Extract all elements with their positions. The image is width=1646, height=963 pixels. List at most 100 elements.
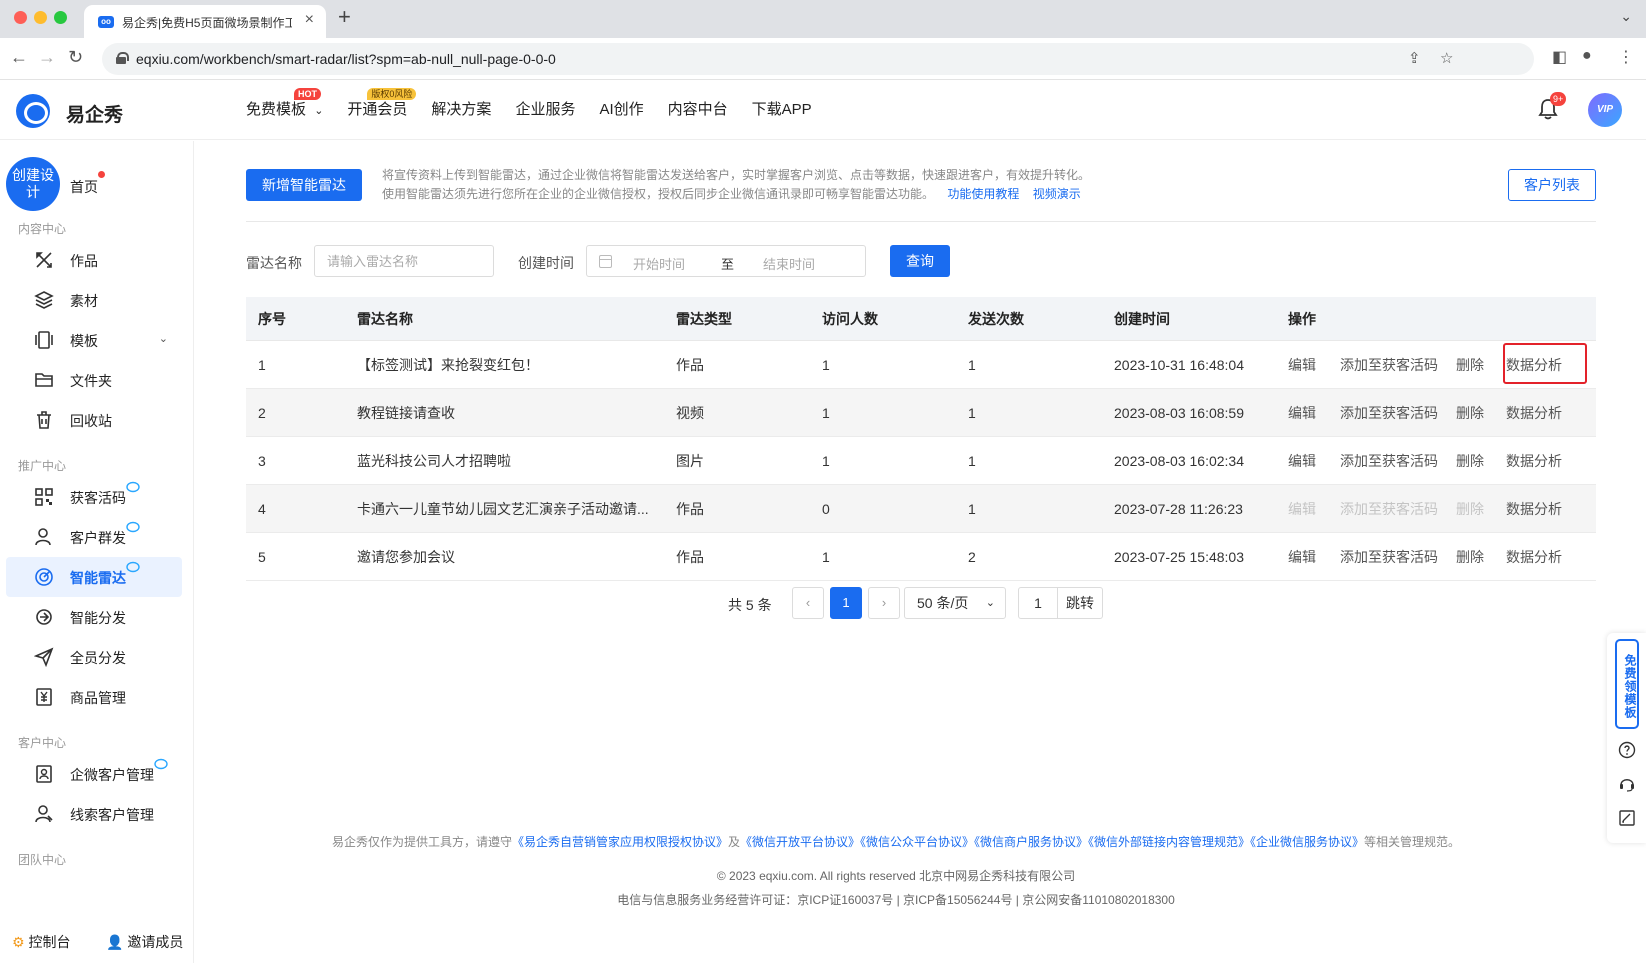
cell-index: 2 — [258, 404, 266, 421]
cell-ops: 编辑 添加至获客活码 删除 数据分析 — [1288, 437, 1588, 484]
sidepanel-icon[interactable]: ◧ — [1552, 47, 1567, 67]
tab-search-chevron-icon[interactable]: ⌄ — [1620, 8, 1632, 25]
more-menu-icon[interactable]: ⋮ — [1618, 47, 1634, 67]
cell-name: 卡通六一儿童节幼儿园文艺汇演亲子活动邀请... — [357, 500, 649, 517]
nav-enterprise-services[interactable]: 企业服务 — [515, 80, 575, 140]
add-to-qrcode-button[interactable]: 添加至获客活码 — [1340, 437, 1438, 484]
date-range-picker[interactable]: 开始时间 至 结束时间 — [586, 245, 866, 277]
table-row: 4 卡通六一儿童节幼儿园文艺汇演亲子活动邀请... 作品 0 1 2023-07-28 1… — [246, 485, 1596, 533]
sidebar-item-templates[interactable]: 模板 ⌄ — [6, 320, 182, 360]
tutorial-link[interactable]: 功能使用教程 — [947, 187, 1019, 201]
wechat-agreements-links[interactable]: 《微信开放平台协议》《微信公众平台协议》《微信商户服务协议》《微信外部链接内容管… — [740, 835, 1364, 849]
sidebar-item-lead-customers[interactable]: 线索客户管理 — [6, 794, 182, 834]
delete-button[interactable]: 删除 — [1456, 533, 1484, 580]
legal-suffix: 等相关管理规范。 — [1364, 835, 1461, 849]
delete-button[interactable]: 删除 — [1456, 437, 1484, 484]
add-to-qrcode-button[interactable]: 添加至获客活码 — [1340, 389, 1438, 436]
page-number-current[interactable]: 1 — [830, 587, 862, 619]
edit-button[interactable]: 编辑 — [1288, 533, 1316, 580]
window-maximize-button[interactable] — [54, 11, 67, 24]
delete-button[interactable]: 删除 — [1456, 485, 1484, 532]
app-header: 易企秀 免费模板 ⌄ HOT 开通会员 版权0风险 解决方案 企业服务 AI创作… — [0, 80, 1646, 140]
add-to-qrcode-button[interactable]: 添加至获客活码 — [1340, 533, 1438, 580]
cell-created: 2023-08-03 16:08:59 — [1114, 404, 1244, 421]
profile-icon[interactable]: ● — [1582, 47, 1592, 65]
layers-icon — [34, 290, 54, 310]
bookmark-star-icon[interactable]: ☆ — [1440, 49, 1453, 67]
table-row: 2 教程链接请查收 视频 1 1 2023-08-03 16:08:59 编辑 添加至获客活码… — [246, 389, 1596, 437]
add-to-qrcode-button[interactable]: 添加至获客活码 — [1340, 485, 1438, 532]
new-tab-icon[interactable]: + — [338, 4, 351, 30]
start-date-input[interactable]: 开始时间 — [633, 254, 685, 273]
new-smart-radar-button[interactable]: 新增智能雷达 — [246, 169, 362, 201]
edit-button[interactable]: 编辑 — [1288, 437, 1316, 484]
window-close-button[interactable] — [14, 11, 27, 24]
data-analysis-button[interactable]: 数据分析 — [1506, 341, 1562, 388]
sidebar-item-home[interactable]: 首页 — [70, 177, 98, 197]
vip-avatar[interactable]: VIP — [1588, 93, 1622, 127]
sidebar-item-lead-qrcode[interactable]: 获客活码 — [6, 477, 182, 517]
edit-button[interactable]: 编辑 — [1288, 485, 1316, 532]
sidebar-item-products[interactable]: 商品管理 — [6, 677, 182, 717]
nav-solutions[interactable]: 解决方案 — [431, 80, 491, 140]
delete-button[interactable]: 删除 — [1456, 389, 1484, 436]
browser-tab[interactable]: oo 易企秀|免费H5页面微场景制作工具 × — [84, 5, 326, 38]
next-page-chevron-icon[interactable]: › — [868, 587, 900, 619]
data-analysis-button[interactable]: 数据分析 — [1506, 533, 1562, 580]
help-icon[interactable] — [1618, 741, 1636, 759]
create-design-button[interactable]: 创建设计 — [6, 157, 60, 211]
sidebar-item-recycle-bin[interactable]: 回收站 — [6, 400, 182, 440]
back-arrow-icon[interactable]: ← — [10, 47, 28, 68]
eqxiu-logo-icon[interactable] — [16, 94, 50, 128]
radar-name-input[interactable] — [314, 245, 494, 277]
jump-button[interactable]: 跳转 — [1057, 587, 1103, 619]
delete-button[interactable]: 删除 — [1456, 341, 1484, 388]
customer-service-icon[interactable] — [1618, 775, 1636, 793]
forward-arrow-icon[interactable]: → — [38, 47, 56, 68]
nav-ai-creation[interactable]: AI创作 — [599, 80, 643, 140]
description-line-2: 使用智能雷达须先进行您所在企业的企业微信授权，授权后同步企业微信通讯录即可畅享智… — [382, 187, 935, 201]
sidebar-item-customer-broadcast[interactable]: 客户群发 — [6, 517, 182, 557]
header-sends: 发送次数 — [968, 310, 1024, 327]
nav-download-app[interactable]: 下载APP — [752, 80, 812, 140]
sidebar-item-all-staff-distribute[interactable]: 全员分发 — [6, 637, 182, 677]
window-minimize-button[interactable] — [34, 11, 47, 24]
video-demo-link[interactable]: 视频演示 — [1033, 187, 1081, 201]
sidebar-item-smart-distribute[interactable]: 智能分发 — [6, 597, 182, 637]
data-analysis-button[interactable]: 数据分析 — [1506, 485, 1562, 532]
ai-chat-icon — [126, 480, 141, 493]
page-size-select[interactable]: 50 条/页 ⌄ — [904, 587, 1006, 619]
edit-button[interactable]: 编辑 — [1288, 389, 1316, 436]
end-date-input[interactable]: 结束时间 — [763, 254, 815, 273]
logo-text[interactable]: 易企秀 — [66, 100, 123, 127]
tab-close-icon[interactable]: × — [305, 11, 314, 29]
invite-members-link[interactable]: 👤 邀请成员 — [106, 932, 183, 952]
add-to-qrcode-button[interactable]: 添加至获客活码 — [1340, 341, 1438, 388]
prev-page-chevron-icon[interactable]: ‹ — [792, 587, 824, 619]
edit-button[interactable]: 编辑 — [1288, 341, 1316, 388]
free-template-button[interactable]: 免费领模板 — [1615, 639, 1639, 729]
nav-content-hub[interactable]: 内容中台 — [668, 80, 728, 140]
sidebar-item-materials[interactable]: 素材 — [6, 280, 182, 320]
sidebar-item-works[interactable]: 作品 — [6, 240, 182, 280]
customer-list-button[interactable]: 客户列表 — [1508, 169, 1596, 201]
sidebar-item-wecom-customers[interactable]: 企微客户管理 — [6, 754, 182, 794]
reload-icon[interactable]: ↻ — [68, 47, 83, 68]
main-content: 新增智能雷达 将宣传资料上传到智能雷达，通过企业微信将智能雷达发送给客户，实时掌… — [194, 141, 1598, 963]
cell-ops: 编辑 添加至获客活码 删除 数据分析 — [1288, 485, 1588, 532]
share-icon[interactable]: ⇪ — [1408, 49, 1421, 67]
feedback-icon[interactable] — [1618, 809, 1636, 827]
jump-page-input[interactable]: 1 — [1018, 587, 1058, 619]
address-bar[interactable]: eqxiu.com/workbench/smart-radar/list?spm… — [102, 43, 1534, 75]
nav-membership[interactable]: 开通会员 版权0风险 — [347, 80, 417, 140]
data-analysis-button[interactable]: 数据分析 — [1506, 437, 1562, 484]
data-analysis-button[interactable]: 数据分析 — [1506, 389, 1562, 436]
cell-ops: 编辑 添加至获客活码 删除 数据分析 — [1288, 533, 1588, 580]
sidebar-item-smart-radar[interactable]: 智能雷达 — [6, 557, 182, 597]
qrcode-icon — [34, 487, 54, 507]
console-link[interactable]: ⚙ 控制台 — [12, 932, 70, 952]
permission-agreement-link[interactable]: 《易企秀自营销管家应用权限授权协议》 — [512, 835, 728, 849]
sidebar-item-folders[interactable]: 文件夹 — [6, 360, 182, 400]
query-button[interactable]: 查询 — [890, 245, 950, 277]
nav-free-templates[interactable]: 免费模板 ⌄ HOT — [246, 80, 323, 140]
